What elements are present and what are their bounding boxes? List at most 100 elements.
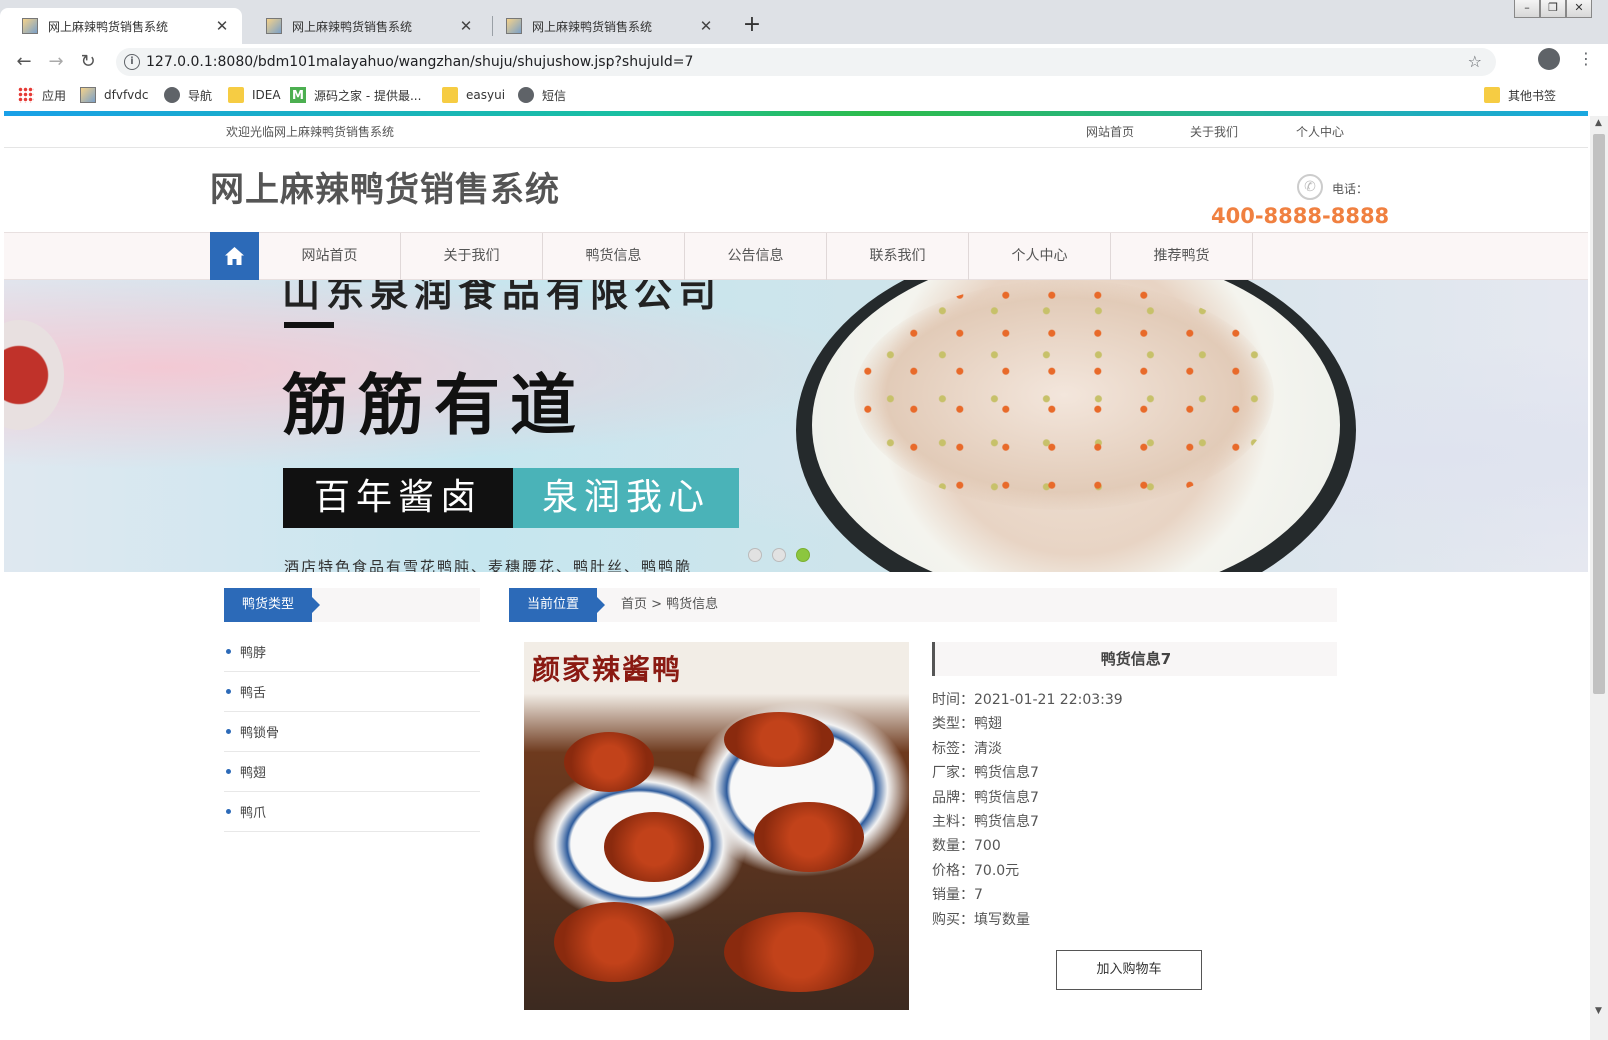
bookmark-label: 应用 (42, 88, 67, 103)
category-list: 鸭脖 鸭舌 鸭锁骨 鸭翅 鸭爪 (224, 632, 480, 832)
bookmark-idea[interactable]: IDEA (228, 84, 281, 106)
attr-time: 时间：2021-01-21 22:03:39 (932, 692, 1123, 708)
scroll-up-icon[interactable]: ▲ (1595, 118, 1602, 128)
close-tab-icon[interactable]: ✕ (214, 17, 230, 35)
tab-title: 网上麻辣鸭货销售系统 (532, 19, 653, 34)
page-scrollbar[interactable]: ▲ ▼ (1590, 116, 1608, 1040)
nav-recommended[interactable]: 推荐鸭货 (1111, 233, 1253, 280)
url-text[interactable]: 127.0.0.1:8080/bdm101malayahuo/wangzhan/… (146, 48, 693, 76)
nav-user-center[interactable]: 个人中心 (969, 233, 1111, 280)
globe-icon (164, 87, 180, 103)
close-window-icon[interactable]: ✕ (1566, 0, 1592, 18)
bookmark-other[interactable]: 其他书签 (1484, 84, 1556, 106)
home-button[interactable] (210, 232, 259, 281)
attr-brand: 品牌：鸭货信息7 (932, 789, 1039, 806)
nav-products[interactable]: 鸭货信息 (543, 233, 685, 280)
m-icon: M (290, 87, 306, 103)
top-bar: 欢迎光临网上麻辣鸭货销售系统 网站首页 关于我们 个人中心 (4, 116, 1588, 148)
attr-purchase[interactable]: 购买：填写数量 (932, 908, 1337, 932)
add-to-cart-button[interactable]: 加入购物车 (1056, 950, 1202, 990)
address-bar[interactable]: i 127.0.0.1:8080/bdm101malayahuo/wangzha… (116, 48, 1496, 76)
bookmark-yuanma[interactable]: M 源码之家 - 提供最... (290, 84, 421, 106)
nav-home[interactable]: 网站首页 (259, 233, 401, 280)
breadcrumb[interactable]: 首页 > 鸭货信息 (621, 588, 718, 622)
product-content: 当前位置 首页 > 鸭货信息 颜家辣酱鸭 鸭货信息7 时间：2021-01-21… (509, 588, 1337, 1010)
site-info-icon[interactable]: i (124, 54, 140, 70)
restore-icon[interactable]: ❐ (1540, 0, 1566, 18)
category-sidebar: 鸭货类型 鸭脖 鸭舌 鸭锁骨 鸭翅 鸭爪 (224, 588, 480, 832)
category-item[interactable]: 鸭脖 (224, 632, 480, 672)
attr-price: 价格：70.0元 (932, 862, 1020, 879)
profile-avatar-icon[interactable] (1538, 48, 1560, 70)
carousel-dot-1[interactable] (748, 548, 762, 562)
tab-title: 网上麻辣鸭货销售系统 (292, 19, 413, 34)
bullet-icon (226, 729, 231, 734)
bookmark-label: 短信 (542, 88, 567, 103)
bookmark-nav[interactable]: 导航 (164, 84, 212, 106)
carousel-dot-3[interactable] (796, 548, 810, 562)
home-icon (225, 247, 244, 265)
minimize-icon[interactable]: – (1514, 0, 1540, 18)
window-controls: – ❐ ✕ (1514, 0, 1592, 18)
banner-title: 筋筋有道 (282, 367, 586, 444)
tab-strip: 网上麻辣鸭货销售系统 ✕ 网上麻辣鸭货销售系统 ✕ 网上麻辣鸭货销售系统 ✕ +… (0, 0, 1608, 44)
banner-carousel[interactable]: 山东泉润食品有限公司 筋筋有道 百年酱卤 泉润我心 酒店特色食品有雪花鸭肫、麦穗… (4, 280, 1588, 572)
sidebar-heading: 鸭货类型 (224, 588, 321, 622)
browser-tab-2[interactable]: 网上麻辣鸭货销售系统 ✕ (244, 8, 486, 44)
category-label: 鸭锁骨 (240, 726, 280, 741)
category-item[interactable]: 鸭锁骨 (224, 712, 480, 752)
bookmark-dfvfvdc[interactable]: dfvfvdc (80, 84, 148, 106)
folder-icon (442, 87, 458, 103)
category-label: 鸭爪 (240, 806, 267, 821)
nav-about[interactable]: 关于我们 (401, 233, 543, 280)
forward-arrow-icon[interactable]: → (42, 48, 70, 76)
product-image-brand: 颜家辣酱鸭 (532, 653, 683, 686)
category-item[interactable]: 鸭翅 (224, 752, 480, 792)
tab-title: 网上麻辣鸭货销售系统 (48, 19, 169, 34)
back-arrow-icon[interactable]: ← (10, 48, 38, 76)
attr-type: 类型：鸭翅 (932, 716, 1002, 733)
top-link-about[interactable]: 关于我们 (1190, 116, 1238, 148)
bookmark-easyui[interactable]: easyui (442, 84, 505, 106)
scroll-thumb[interactable] (1593, 134, 1605, 694)
bookmark-apps[interactable]: 应用 (18, 84, 66, 106)
top-link-home[interactable]: 网站首页 (1086, 116, 1134, 148)
browser-tab-1[interactable]: 网上麻辣鸭货销售系统 ✕ (0, 8, 242, 44)
meat-piece (564, 732, 654, 792)
welcome-text: 欢迎光临网上麻辣鸭货销售系统 (226, 125, 395, 139)
category-label: 鸭舌 (240, 686, 267, 701)
category-item[interactable]: 鸭舌 (224, 672, 480, 712)
browser-chrome: 网上麻辣鸭货销售系统 ✕ 网上麻辣鸭货销售系统 ✕ 网上麻辣鸭货销售系统 ✕ +… (0, 0, 1608, 112)
banner-company: 山东泉润食品有限公司 (282, 280, 723, 315)
nav-contact[interactable]: 联系我们 (827, 233, 969, 280)
location-tag: 当前位置 (509, 588, 606, 622)
banner-slogan-right: 泉润我心 (513, 468, 739, 528)
bullet-icon (226, 649, 231, 654)
new-tab-button[interactable]: + (738, 12, 766, 40)
site-header: 网上麻辣鸭货销售系统 ✆ 电话： 400-8888-8888 (4, 148, 1588, 233)
carousel-dot-2[interactable] (772, 548, 786, 562)
bullet-icon (226, 809, 231, 814)
bookmark-sms[interactable]: 短信 (518, 84, 566, 106)
category-item[interactable]: 鸭爪 (224, 792, 480, 832)
reload-icon[interactable]: ↻ (74, 48, 102, 76)
apps-icon (18, 87, 34, 103)
favicon-icon (506, 18, 522, 34)
browser-menu-icon[interactable]: ⋮ (1578, 48, 1594, 70)
location-bar: 当前位置 首页 > 鸭货信息 (509, 588, 1337, 622)
attr-tag: 标签：清淡 (932, 740, 1002, 757)
close-tab-icon[interactable]: ✕ (458, 17, 474, 35)
globe-icon (518, 87, 534, 103)
favicon-icon (22, 18, 38, 34)
meat-piece (604, 812, 704, 882)
browser-tab-3[interactable]: 网上麻辣鸭货销售系统 ✕ (484, 8, 726, 44)
site-title: 网上麻辣鸭货销售系统 (210, 170, 560, 210)
bookmark-star-icon[interactable]: ☆ (1468, 48, 1482, 76)
bookmark-label: 导航 (188, 88, 213, 103)
close-tab-icon[interactable]: ✕ (698, 17, 714, 35)
nav-notices[interactable]: 公告信息 (685, 233, 827, 280)
top-link-user-center[interactable]: 个人中心 (1296, 116, 1344, 148)
meat-piece (754, 802, 864, 872)
web-page: 欢迎光临网上麻辣鸭货销售系统 网站首页 关于我们 个人中心 网上麻辣鸭货销售系统… (4, 116, 1588, 1040)
scroll-down-icon[interactable]: ▼ (1595, 1006, 1602, 1016)
